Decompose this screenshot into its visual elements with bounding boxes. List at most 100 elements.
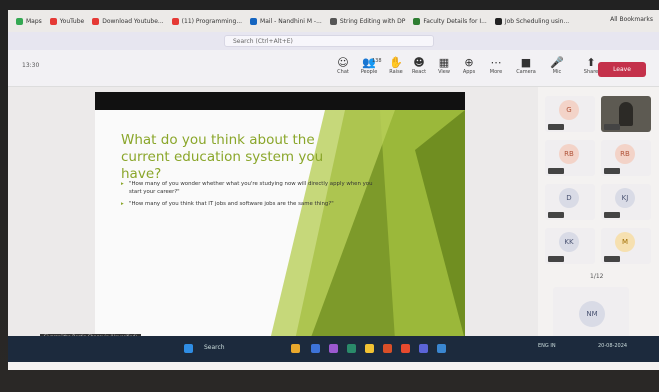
avatar: M xyxy=(615,232,635,252)
toolbar-mic-button[interactable]: 🎤 Mic xyxy=(544,56,570,75)
bookmark-label: Maps xyxy=(26,17,42,25)
avatar: D xyxy=(559,188,579,208)
avatar: RB xyxy=(559,144,579,164)
bookmark-icon xyxy=(16,17,23,25)
slide-bullets: "How many of you wonder whether what you… xyxy=(121,180,381,212)
plus-icon: ⊕ xyxy=(464,56,474,69)
tray-date[interactable]: 20-08-2024 xyxy=(598,343,627,349)
meeting-toolbar: 13:30 ☺ Chat 👥 People 138 ✋ Raise ☻ React ▦ View ⊕ A… xyxy=(8,50,659,87)
participant-tile[interactable]: M xyxy=(601,228,651,264)
folder-icon[interactable] xyxy=(365,344,374,353)
toolbar-people-button[interactable]: 👥 People 138 xyxy=(356,56,382,75)
participant-tile[interactable]: G xyxy=(545,96,595,132)
toolbar-label: View xyxy=(438,69,450,75)
gallery-pager[interactable]: 1/12 xyxy=(590,273,603,280)
bookmark-item[interactable]: Download Youtube... xyxy=(92,17,164,25)
toolbar-label: Camera xyxy=(516,69,536,75)
bookmark-icon xyxy=(494,17,502,25)
participant-tile[interactable]: D xyxy=(545,184,595,220)
bookmark-item[interactable]: Maps xyxy=(16,17,42,25)
mic-muted-icon xyxy=(548,124,564,130)
toolbar-chat-button[interactable]: ☺ Chat xyxy=(330,56,356,75)
teams-title-bar: Search (Ctrl+Alt+E) xyxy=(8,32,659,50)
chrome-icon[interactable] xyxy=(401,344,410,353)
toolbar-label: React xyxy=(411,69,427,75)
mic-muted-icon xyxy=(548,212,564,218)
search-input[interactable]: Search (Ctrl+Alt+E) xyxy=(224,35,434,47)
shared-content-stage: What do you think about the current educ… xyxy=(8,87,538,358)
mic-muted-icon xyxy=(548,168,564,174)
mic-muted-icon xyxy=(548,256,564,262)
bookmark-icon xyxy=(49,17,57,25)
bookmark-label: String Editing with DP xyxy=(339,17,406,25)
mic-muted-icon xyxy=(604,168,620,174)
chat-icon: ☺ xyxy=(337,56,349,69)
leave-button[interactable]: Leave xyxy=(598,62,646,77)
windows-taskbar: Search ENG IN 20-08-2024 xyxy=(8,336,659,362)
slide-bullet: "How many of you think that IT jobs and … xyxy=(121,200,381,208)
teams-icon[interactable] xyxy=(419,344,428,353)
avatar: RB xyxy=(615,144,635,164)
toolbar-label: More xyxy=(489,69,503,75)
toolbar-label: Raise xyxy=(389,69,403,75)
participant-tile[interactable]: KJ xyxy=(601,184,651,220)
slide-title: What do you think about the current educ… xyxy=(121,132,324,182)
app-icon[interactable] xyxy=(383,344,392,353)
video-feed xyxy=(619,102,633,126)
all-bookmarks-link[interactable]: All Bookmarks xyxy=(610,16,653,23)
toolbar-react-button[interactable]: ☻ React xyxy=(406,56,432,75)
bookmark-label: Job Scheduling usin... xyxy=(504,17,570,25)
presentation-slide: What do you think about the current educ… xyxy=(95,92,465,358)
avatar: KK xyxy=(559,232,579,252)
bookmark-item[interactable]: Mail - Nandhini M -... xyxy=(250,17,322,25)
participant-tile[interactable]: RB xyxy=(545,140,595,176)
app-icon[interactable] xyxy=(311,344,320,353)
avatar: KJ xyxy=(615,188,635,208)
people-count: 138 xyxy=(372,58,382,64)
bookmark-icon xyxy=(250,17,258,25)
toolbar-label: Mic xyxy=(552,69,562,75)
bookmark-label: YouTube xyxy=(59,17,85,25)
bookmark-item[interactable]: Job Scheduling usin... xyxy=(494,17,570,25)
tray-language[interactable]: ENG IN xyxy=(538,343,556,349)
bookmark-icon xyxy=(92,17,100,25)
screen: Maps YouTube Download Youtube... (11) Progr… xyxy=(8,10,659,370)
toolbar-label: Chat xyxy=(337,69,349,75)
avatar: NM xyxy=(579,301,605,327)
mic-muted-icon xyxy=(604,256,620,262)
avatar: G xyxy=(559,100,579,120)
slide-bullet: "How many of you wonder whether what you… xyxy=(121,180,381,196)
more-icon: ⋯ xyxy=(490,56,502,69)
toolbar-view-button[interactable]: ▦ View xyxy=(431,56,457,75)
start-icon[interactable] xyxy=(184,344,193,353)
meeting-timer: 13:30 xyxy=(22,62,40,69)
taskbar-search[interactable]: Search xyxy=(204,344,225,351)
grid-icon: ▦ xyxy=(438,56,450,69)
bookmark-item[interactable]: YouTube xyxy=(49,17,85,25)
toolbar-apps-button[interactable]: ⊕ Apps xyxy=(456,56,482,75)
bookmark-item[interactable]: (11) Programming... xyxy=(171,17,242,25)
toolbar-label: People xyxy=(360,69,378,75)
bookmark-label: Mail - Nandhini M -... xyxy=(260,17,322,25)
app-icon[interactable] xyxy=(329,344,338,353)
bookmark-icon xyxy=(329,17,337,25)
bookmarks-bar: Maps YouTube Download Youtube... (11) Progr… xyxy=(8,10,659,32)
bookmark-icon xyxy=(171,17,179,25)
mic-muted-icon xyxy=(604,212,620,218)
toolbar-label: Share xyxy=(583,69,599,75)
app-icon[interactable] xyxy=(347,344,356,353)
bookmark-label: Download Youtube... xyxy=(102,17,164,25)
bookmark-icon xyxy=(413,17,421,25)
bookmark-item[interactable]: Faculty Details for I... xyxy=(413,17,487,25)
participant-tile[interactable]: KK xyxy=(545,228,595,264)
toolbar-more-button[interactable]: ⋯ More xyxy=(483,56,509,75)
bookmark-item[interactable]: String Editing with DP xyxy=(329,17,406,25)
camera-icon: ■ xyxy=(520,56,532,69)
participant-tile[interactable]: RB xyxy=(601,140,651,176)
featured-participant-tile[interactable]: NM xyxy=(553,287,629,343)
participant-tile[interactable] xyxy=(601,96,651,132)
app-icon[interactable] xyxy=(291,344,300,353)
app-icon[interactable] xyxy=(437,344,446,353)
toolbar-camera-button[interactable]: ■ Camera xyxy=(513,56,539,75)
bookmark-label: Faculty Details for I... xyxy=(423,17,487,25)
